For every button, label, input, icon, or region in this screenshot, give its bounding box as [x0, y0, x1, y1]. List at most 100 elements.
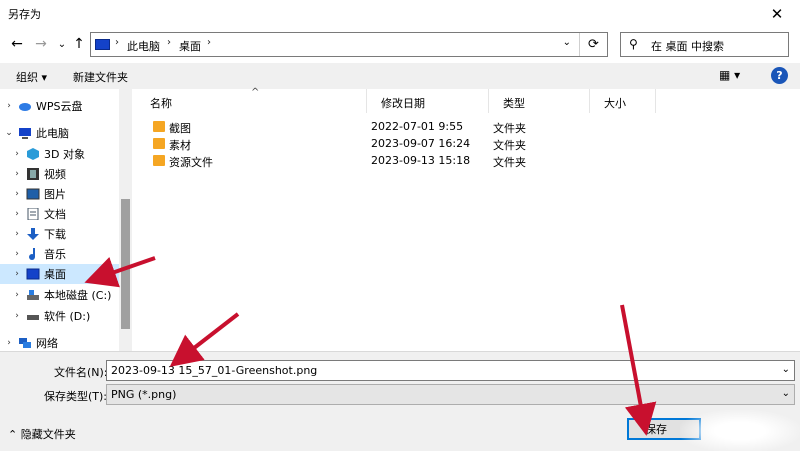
tree-item-videos[interactable]: › 视频 [12, 164, 131, 184]
column-header-type[interactable]: 类型 [489, 89, 590, 113]
computer-icon [95, 39, 110, 50]
collapse-icon[interactable]: ⌄ [4, 128, 14, 138]
tree-item-network[interactable]: › 网络 [4, 333, 123, 351]
tree-item-pictures[interactable]: › 图片 [12, 184, 131, 204]
refresh-icon[interactable]: ⟳ [579, 33, 607, 56]
filename-value: 2023-09-13 15_57_01-Greenshot.png [111, 364, 318, 377]
list-item-type: 文件夹 [493, 122, 526, 135]
tree-item-documents[interactable]: › 文档 [12, 204, 131, 224]
document-icon [27, 208, 39, 220]
forward-icon[interactable]: → [32, 35, 50, 53]
tree-item-label: 文档 [44, 208, 66, 221]
blurred-cancel-area [680, 410, 800, 451]
back-icon[interactable]: ← [8, 35, 26, 53]
tree-item-label: 软件 (D:) [44, 310, 91, 323]
drive-icon [27, 315, 39, 320]
tree-scrollbar[interactable] [119, 89, 132, 351]
search-icon: ⚲ [629, 37, 638, 51]
filetype-dropdown-icon[interactable]: ⌄ [782, 388, 790, 399]
hide-folders-button[interactable]: ⌃ 隐藏文件夹 [8, 426, 76, 442]
tree-item-3d-objects[interactable]: › 3D 对象 [12, 144, 131, 164]
breadcrumb-separator: › [115, 37, 119, 48]
picture-icon [26, 188, 40, 200]
sort-caret-icon: ^ [251, 87, 260, 98]
filetype-value: PNG (*.png) [111, 388, 177, 401]
expand-icon[interactable]: › [12, 269, 22, 279]
expand-icon[interactable]: › [12, 290, 22, 300]
expand-icon[interactable]: › [4, 101, 14, 111]
close-icon[interactable]: ✕ [754, 0, 800, 27]
breadcrumb-desktop[interactable]: 桌面 [179, 38, 201, 54]
column-header-label: 类型 [503, 97, 525, 110]
list-item[interactable]: 素材 2023-09-07 16:24 文件夹 [136, 135, 536, 152]
list-item-type: 文件夹 [493, 139, 526, 152]
save-button-label: 保存 [645, 423, 667, 436]
filename-dropdown-icon[interactable]: ⌄ [782, 364, 790, 375]
tree-item-label: 桌面 [44, 268, 66, 281]
filename-input[interactable]: 2023-09-13 15_57_01-Greenshot.png ⌄ [106, 360, 795, 381]
recent-locations-icon[interactable]: ⌄ [53, 35, 71, 53]
folder-icon [153, 121, 165, 132]
list-item-date: 2023-09-13 15:18 [371, 154, 471, 167]
list-item[interactable]: 截图 2022-07-01 9:55 文件夹 [136, 118, 536, 135]
column-header-label: 名称 [150, 97, 172, 110]
search-placeholder: 在 桌面 中搜索 [651, 40, 724, 53]
navigation-tree: › WPS云盘 ⌄ 此电脑 › 3D 对象 › 视频 › 图片 › 文档 › 下… [0, 89, 132, 351]
list-item-date: 2023-09-07 16:24 [371, 137, 471, 150]
new-folder-button[interactable]: 新建文件夹 [73, 69, 128, 85]
expand-icon[interactable]: › [12, 311, 22, 321]
up-icon[interactable]: ↑ [70, 35, 88, 53]
breadcrumb-separator: › [167, 37, 171, 48]
film-icon [27, 168, 39, 180]
tree-item-label: WPS云盘 [36, 100, 83, 113]
address-bar[interactable]: › 此电脑 › 桌面 › ⌄ ⟳ [90, 32, 608, 57]
file-list: 名称 ^ 修改日期 类型 大小 截图 2022-07-01 9:55 文件夹 素… [136, 87, 800, 351]
tree-item-label: 3D 对象 [44, 148, 85, 161]
column-header-label: 大小 [604, 97, 626, 110]
breadcrumb-separator: › [207, 37, 211, 48]
expand-icon[interactable]: › [12, 209, 22, 219]
column-header-size[interactable]: 大小 [590, 89, 656, 113]
expand-icon[interactable]: › [12, 249, 22, 259]
tree-item-downloads[interactable]: › 下载 [12, 224, 131, 244]
tree-item-music[interactable]: › 音乐 [12, 244, 131, 264]
expand-icon[interactable]: › [4, 338, 14, 348]
address-dropdown-icon[interactable]: ⌄ [563, 37, 571, 48]
title-bar: 另存为 ✕ [0, 0, 800, 27]
expand-icon[interactable]: › [12, 189, 22, 199]
column-header-name[interactable]: 名称 ^ [136, 87, 367, 113]
tree-item-this-pc[interactable]: ⌄ 此电脑 [4, 123, 123, 143]
list-item-type: 文件夹 [493, 156, 526, 169]
filetype-label: 保存类型(T): [44, 390, 108, 403]
view-options-icon[interactable]: ▦ ▾ [719, 68, 740, 82]
list-item-date: 2022-07-01 9:55 [371, 120, 464, 133]
expand-icon[interactable]: › [12, 229, 22, 239]
filetype-select[interactable]: PNG (*.png) ⌄ [106, 384, 795, 405]
tree-item-wps-cloud[interactable]: › WPS云盘 [4, 96, 123, 116]
navigation-bar: ← → ⌄ ↑ › 此电脑 › 桌面 › ⌄ ⟳ ⚲ 在 桌面 中搜索 [0, 27, 800, 63]
tree-item-software-d[interactable]: › 软件 (D:) [12, 306, 131, 326]
list-item-name: 截图 [169, 122, 191, 135]
filename-label: 文件名(N): [54, 366, 108, 379]
tree-item-local-disk-c[interactable]: › 本地磁盘 (C:) [12, 285, 131, 305]
list-item-name: 资源文件 [169, 156, 213, 169]
list-item[interactable]: 资源文件 2023-09-13 15:18 文件夹 [136, 152, 536, 169]
expand-icon[interactable]: › [12, 169, 22, 179]
tree-item-desktop[interactable]: › 桌面 [0, 264, 119, 284]
window-title: 另存为 [8, 8, 41, 21]
folder-icon [153, 138, 165, 149]
help-icon[interactable]: ? [771, 67, 788, 84]
column-header-label: 修改日期 [381, 97, 425, 110]
cube-icon [27, 148, 39, 160]
tree-item-label: 此电脑 [36, 127, 69, 140]
expand-icon[interactable]: › [12, 149, 22, 159]
tree-scrollbar-thumb[interactable] [121, 199, 130, 329]
breadcrumb-this-pc[interactable]: 此电脑 [127, 38, 160, 54]
network-icon [19, 338, 31, 348]
tree-item-label: 音乐 [44, 248, 66, 261]
column-header-date[interactable]: 修改日期 [367, 89, 489, 113]
tree-item-label: 本地磁盘 (C:) [44, 289, 112, 302]
search-box[interactable]: ⚲ 在 桌面 中搜索 [620, 32, 789, 57]
desktop-icon [26, 268, 40, 280]
organize-button[interactable]: 组织 ▾ [16, 69, 47, 85]
